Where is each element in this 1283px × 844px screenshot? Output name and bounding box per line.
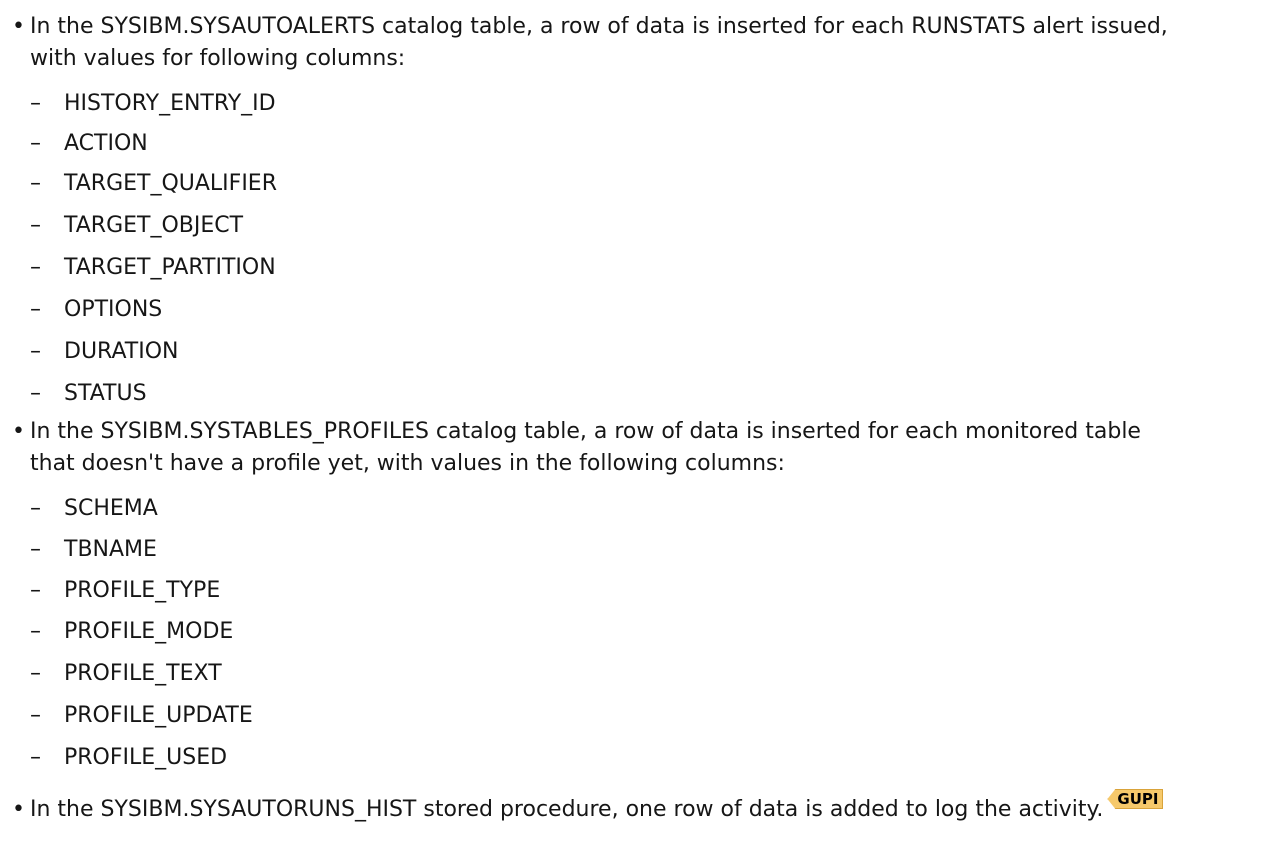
column-name: DURATION (64, 339, 179, 364)
bullet-marker: • (12, 797, 25, 822)
bullet-marker: • (12, 419, 25, 444)
column-name: ACTION (64, 131, 148, 156)
column-name: PROFILE_TYPE (64, 578, 221, 603)
list-item: – TBNAME (30, 537, 157, 562)
bullet-text-line1: In the SYSIBM.SYSTABLES_PROFILES catalog… (30, 419, 1141, 444)
column-name: TBNAME (64, 537, 157, 562)
list-item: – OPTIONS (30, 297, 163, 322)
list-item: – SCHEMA (30, 496, 158, 521)
list-item: – STATUS (30, 381, 147, 406)
bullet-text-line1: In the SYSIBM.SYSAUTORUNS_HIST stored pr… (30, 797, 1104, 822)
column-name: TARGET_QUALIFIER (64, 171, 277, 196)
gupi-tag: GUPI (1107, 789, 1164, 809)
column-name: HISTORY_ENTRY_ID (64, 91, 276, 116)
column-name: STATUS (64, 381, 147, 406)
column-name: PROFILE_TEXT (64, 661, 222, 686)
bullet-text: In the SYSIBM.SYSAUTOALERTS catalog tabl… (30, 11, 1168, 75)
column-name: OPTIONS (64, 297, 163, 322)
column-name: PROFILE_MODE (64, 619, 234, 644)
list-item: – HISTORY_ENTRY_ID (30, 91, 276, 116)
bullet-text-line2: with values for following columns: (30, 46, 406, 71)
list-item: – DURATION (30, 339, 179, 364)
list-item: – PROFILE_TEXT (30, 661, 222, 686)
bullet-text: In the SYSIBM.SYSAUTORUNS_HIST stored pr… (30, 789, 1164, 826)
column-name: PROFILE_UPDATE (64, 703, 253, 728)
list-item: – TARGET_OBJECT (30, 213, 244, 238)
column-name: PROFILE_USED (64, 745, 228, 770)
column-name: SCHEMA (64, 496, 158, 521)
list-item: – ACTION (30, 131, 148, 156)
list-item: – TARGET_QUALIFIER (30, 171, 277, 196)
document-page: • In the SYSIBM.SYSAUTOALERTS catalog ta… (0, 0, 1283, 844)
bullet-text-line1: In the SYSIBM.SYSAUTOALERTS catalog tabl… (30, 14, 1168, 39)
list-item: – PROFILE_MODE (30, 619, 234, 644)
column-name: TARGET_PARTITION (64, 255, 276, 280)
bullet-marker: • (12, 14, 25, 39)
bullet-text-line2: that doesn't have a profile yet, with va… (30, 451, 785, 476)
list-item: – PROFILE_UPDATE (30, 703, 253, 728)
column-name: TARGET_OBJECT (64, 213, 244, 238)
bullet-text: In the SYSIBM.SYSTABLES_PROFILES catalog… (30, 416, 1141, 480)
list-item: – PROFILE_TYPE (30, 578, 221, 603)
list-item: – TARGET_PARTITION (30, 255, 276, 280)
list-item: – PROFILE_USED (30, 745, 228, 770)
